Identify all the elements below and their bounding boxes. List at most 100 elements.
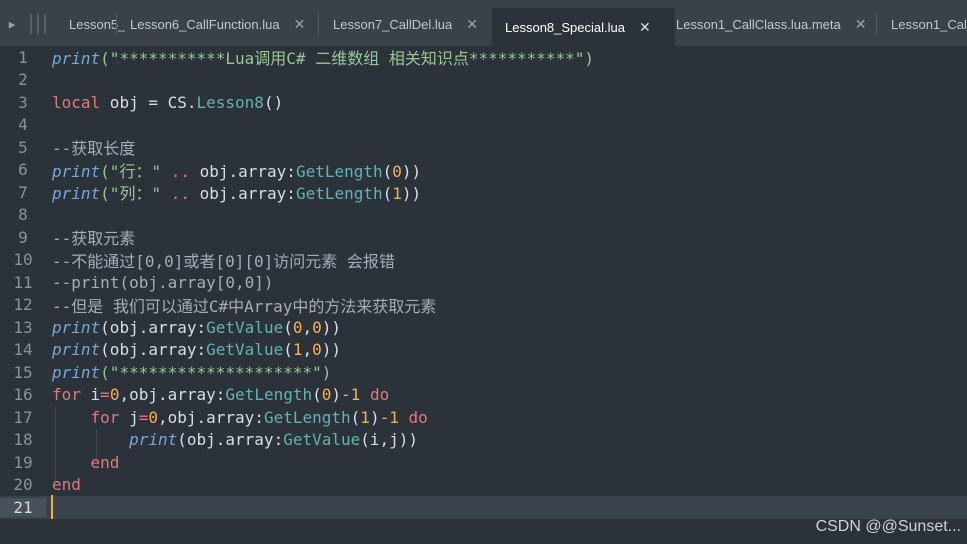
close-icon[interactable]: ✕: [466, 16, 478, 33]
token: Lesson8: [196, 92, 264, 112]
token: print: [52, 184, 101, 204]
tab-lesson7-calldel[interactable]: Lesson7_CallDel.lua ✕: [319, 8, 505, 40]
token: GetLength: [225, 385, 313, 405]
token: GetLength: [263, 407, 351, 427]
line-number: 12: [13, 295, 33, 315]
token: print: [52, 161, 101, 181]
tab-lesson1-call[interactable]: Lesson1_Call: [877, 8, 967, 40]
line-number: 21: [0, 497, 46, 517]
close-icon[interactable]: ✕: [855, 16, 867, 33]
tab-label: Lesson1_CallClass.lua.meta: [676, 16, 841, 32]
token: end: [90, 452, 120, 472]
tab-label: Lesson7_CallDel.lua: [333, 16, 453, 32]
line-number: 11: [13, 272, 33, 292]
code-line: 10 --不能通过[0,0]或者[0][0]访问元素 会报错: [0, 249, 967, 272]
token: for: [52, 385, 81, 405]
code-line: 13 print(obj.array:GetValue(0,0)): [0, 316, 967, 339]
text-cursor: [51, 495, 53, 520]
code-line: 9 --获取元素: [0, 226, 967, 249]
token: ("列：": [100, 184, 162, 204]
line-number: 8: [18, 205, 28, 225]
close-icon[interactable]: ✕: [639, 19, 651, 36]
comment: --但是 我们可以通过C#中Array中的方法来获取元素: [52, 296, 437, 316]
watermark: CSDN @@Sunset...: [815, 518, 961, 535]
token: ..: [161, 184, 200, 204]
close-icon[interactable]: ✕: [294, 16, 306, 33]
comment: --获取长度: [52, 139, 136, 159]
token: 1: [360, 407, 370, 427]
line-number: 13: [13, 317, 33, 337]
token: obj = CS.: [100, 92, 197, 112]
token: GetLength: [295, 161, 383, 181]
line-number: 17: [13, 407, 33, 427]
token: =: [138, 407, 149, 427]
line-number: 20: [13, 475, 33, 495]
token: =: [100, 385, 110, 405]
token: (obj.array:: [100, 340, 207, 360]
line-number: 3: [18, 92, 28, 112]
token: 0: [312, 317, 322, 337]
code-line: 18 print(obj.array:GetValue(i,j)): [0, 429, 967, 452]
tab-lesson6-callfunction[interactable]: Lesson6_CallFunction.lua ✕: [117, 8, 330, 40]
line-number: 16: [13, 385, 33, 405]
comment: --获取元素: [52, 229, 136, 249]
token: for: [90, 407, 120, 427]
code-line: 3 local obj = CS.Lesson8(): [0, 91, 967, 114]
line-number: 4: [18, 115, 28, 135]
code-line: 12 --但是 我们可以通过C#中Array中的方法来获取元素: [0, 294, 967, 317]
code-editor[interactable]: 1 print("***********Lua调用C# 二维数组 相关知识点**…: [0, 46, 967, 544]
token: ("********************"): [100, 362, 332, 382]
token: obj.array:: [199, 184, 296, 204]
play-icon[interactable]: ▶: [0, 8, 24, 40]
token: print: [129, 430, 178, 450]
token: 0: [312, 340, 322, 360]
token: ("行：": [100, 161, 162, 181]
current-line[interactable]: 21: [0, 495, 967, 520]
line-number: 14: [13, 340, 33, 360]
line-number: 5: [18, 137, 28, 157]
token: -1: [379, 407, 399, 427]
token: obj.array:: [199, 161, 296, 181]
token: 1: [292, 340, 303, 360]
code-line: 15 print("********************"): [0, 361, 967, 384]
line-number: 19: [13, 452, 33, 472]
token: ,obj.array:: [157, 407, 264, 427]
code-line: 7 print("列：" .. obj.array:GetLength(1)): [0, 181, 967, 204]
token: end: [52, 475, 81, 495]
line-number: 1: [18, 47, 28, 67]
code-line: 8: [0, 204, 967, 227]
token: GetLength: [295, 184, 383, 204]
line-number: 10: [13, 250, 33, 270]
code-line: 1 print("***********Lua调用C# 二维数组 相关知识点**…: [0, 46, 967, 69]
token: GetValue: [206, 340, 284, 360]
code-line: 2: [0, 69, 967, 92]
code-line: 5 --获取长度: [0, 136, 967, 159]
tab-lesson8-special[interactable]: Lesson8_Special.lua ✕: [492, 8, 675, 46]
token: print: [52, 362, 101, 382]
token: 0: [292, 317, 303, 337]
token: local: [52, 92, 101, 112]
line-number: 9: [18, 227, 28, 247]
code-line: 4: [0, 114, 967, 137]
token: (i,j)): [360, 430, 419, 450]
token: i: [80, 385, 101, 405]
token: do: [369, 385, 390, 405]
tab-lesson1-callclass-meta[interactable]: Lesson1_CallClass.lua.meta ✕: [663, 8, 876, 40]
code-line: 11 --print(obj.array[0,0]): [0, 271, 967, 294]
line-number: 2: [18, 70, 28, 90]
token: 1: [392, 184, 402, 204]
token: ,obj.array:: [119, 385, 226, 405]
token: GetValue: [283, 430, 361, 450]
tab-label: Lesson6_CallFunction.lua: [130, 16, 280, 32]
token: -1: [341, 385, 361, 405]
comment: --不能通过[0,0]或者[0][0]访问元素 会报错: [52, 251, 395, 271]
code-line: 20 end: [0, 474, 967, 497]
tab-overflow-handle[interactable]: [30, 14, 46, 34]
tab-bar: ▶ Lesson5_ Lesson6_CallFunction.lua ✕ Le…: [0, 0, 967, 46]
token: GetValue: [206, 317, 284, 337]
code-line: 16 for i=0,obj.array:GetLength(0)-1 do: [0, 384, 967, 407]
token: print: [52, 49, 101, 69]
token: j: [119, 407, 139, 427]
code-line: 14 print(obj.array:GetValue(1,0)): [0, 339, 967, 362]
line-number: 6: [18, 160, 28, 180]
